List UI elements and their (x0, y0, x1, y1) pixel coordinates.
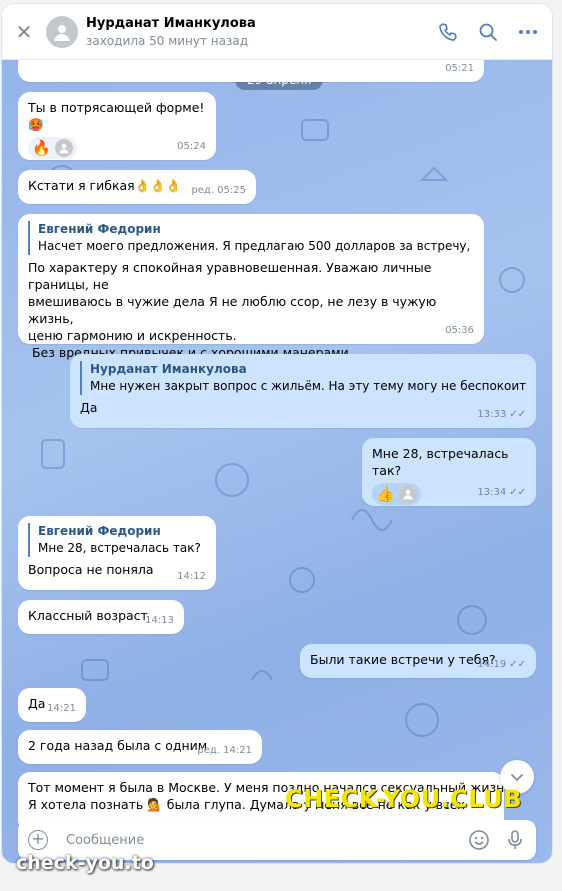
quote-text: Мне 28, встречалась так? (38, 541, 201, 555)
message-bubble[interactable]: Да 14:21 (18, 688, 86, 722)
message-time: 14:19 (477, 659, 507, 670)
chat-window: ✕ Нурданат Иманкулова заходила 50 минут … (2, 4, 552, 863)
message-input[interactable] (66, 832, 454, 848)
message-bubble[interactable]: 05:21 (18, 60, 484, 82)
quote-author: Евгений Федорин (38, 524, 161, 538)
message-text: Ты в потрясающей форме!🥵 (28, 100, 205, 132)
avatar (54, 139, 73, 157)
emoji-icon[interactable] (468, 829, 490, 851)
message-text-line: ценю гармонию и искренность. (28, 328, 237, 343)
watermark: CHECK-YOU.CLUB (285, 785, 523, 813)
reply-quote[interactable]: Нурданат Иманкулова Мне нужен закрыт воп… (80, 361, 526, 395)
microphone-icon[interactable] (504, 829, 526, 851)
message-bubble[interactable]: Классный возраст 14:13 (18, 600, 184, 634)
edited-label: ред. (197, 745, 220, 756)
message-bubble[interactable]: Кстати я гибкая👌👌👌 ред. 05:25 (18, 170, 256, 204)
message-bubble[interactable]: 2 года назад была с одним ред. 14:21 (18, 730, 262, 764)
read-check-icon: ✓✓ (509, 409, 526, 420)
message-text-line: По характеру я спокойная уравновешенная.… (28, 260, 432, 292)
phone-icon[interactable] (438, 22, 458, 42)
message-text-line: вмешиваюсь в чужие дела Я не люблю ссор,… (28, 294, 437, 326)
message-bubble[interactable]: Были такие встречи у тебя? 14:19 ✓✓ (300, 644, 536, 678)
message-time: 14:12 (177, 571, 206, 582)
contact-info[interactable]: Нурданат Иманкулова заходила 50 минут на… (86, 16, 438, 48)
attach-plus-icon[interactable]: + (28, 830, 48, 850)
message-time: 05:25 (217, 185, 246, 196)
message-area[interactable]: 29 апреля 05:21 Ты в потрясающей форме!🥵… (2, 60, 552, 863)
close-icon[interactable]: ✕ (2, 20, 46, 44)
message-time: 05:21 (445, 63, 474, 74)
search-icon[interactable] (478, 22, 498, 42)
chevron-down-icon (511, 774, 523, 782)
watermark: check-you.to (16, 852, 154, 874)
message-text: Да (80, 400, 98, 415)
reply-quote[interactable]: Евгений Федорин Насчет моего предложения… (28, 221, 474, 255)
message-time: 13:33 (477, 409, 507, 420)
message-time: 14:21 (47, 703, 76, 714)
thumbs-up-reaction-icon: 👍 (376, 484, 395, 503)
quote-text: Мне нужен закрыт вопрос с жильём. На эту… (90, 379, 526, 393)
avatar[interactable] (46, 15, 78, 48)
message-time: 05:36 (445, 325, 474, 336)
reaction-chip[interactable]: 👍 (372, 483, 421, 505)
message-bubble[interactable]: Евгений Федорин Мне 28, встречалась так?… (18, 516, 216, 590)
message-bubble[interactable]: Евгений Федорин Насчет моего предложения… (18, 214, 484, 360)
quote-author: Нурданат Иманкулова (90, 362, 247, 376)
message-time: 13:34 (477, 487, 507, 498)
message-text: Мне 28, встречалась так? (372, 446, 509, 478)
message-bubble[interactable]: Ты в потрясающей форме!🥵 🔥 05:24 (18, 92, 216, 160)
reaction-chip[interactable]: 🔥 (28, 137, 77, 159)
message-time: 05:24 (177, 141, 206, 152)
message-time: 14:21 (223, 745, 252, 756)
contact-name: Нурданат Иманкулова (86, 15, 256, 31)
edited-label: ред. (191, 185, 214, 196)
read-check-icon: ✓✓ (509, 659, 526, 670)
more-icon[interactable] (518, 22, 538, 42)
reply-quote[interactable]: Евгений Федорин Мне 28, встречалась так? (28, 523, 206, 557)
contact-status: заходила 50 минут назад (86, 33, 249, 48)
message-time: 14:13 (145, 615, 174, 626)
avatar (398, 485, 417, 503)
read-check-icon: ✓✓ (509, 487, 526, 498)
message-bubble[interactable]: Мне 28, встречалась так? 👍 13:34 ✓✓ (362, 438, 536, 506)
message-bubble[interactable]: Нурданат Иманкулова Мне нужен закрыт воп… (70, 354, 536, 428)
quote-text: Насчет моего предложения. Я предлагаю 50… (38, 239, 474, 253)
quote-author: Евгений Федорин (38, 222, 161, 236)
chat-header: ✕ Нурданат Иманкулова заходила 50 минут … (2, 4, 552, 60)
fire-reaction-icon: 🔥 (32, 138, 51, 157)
